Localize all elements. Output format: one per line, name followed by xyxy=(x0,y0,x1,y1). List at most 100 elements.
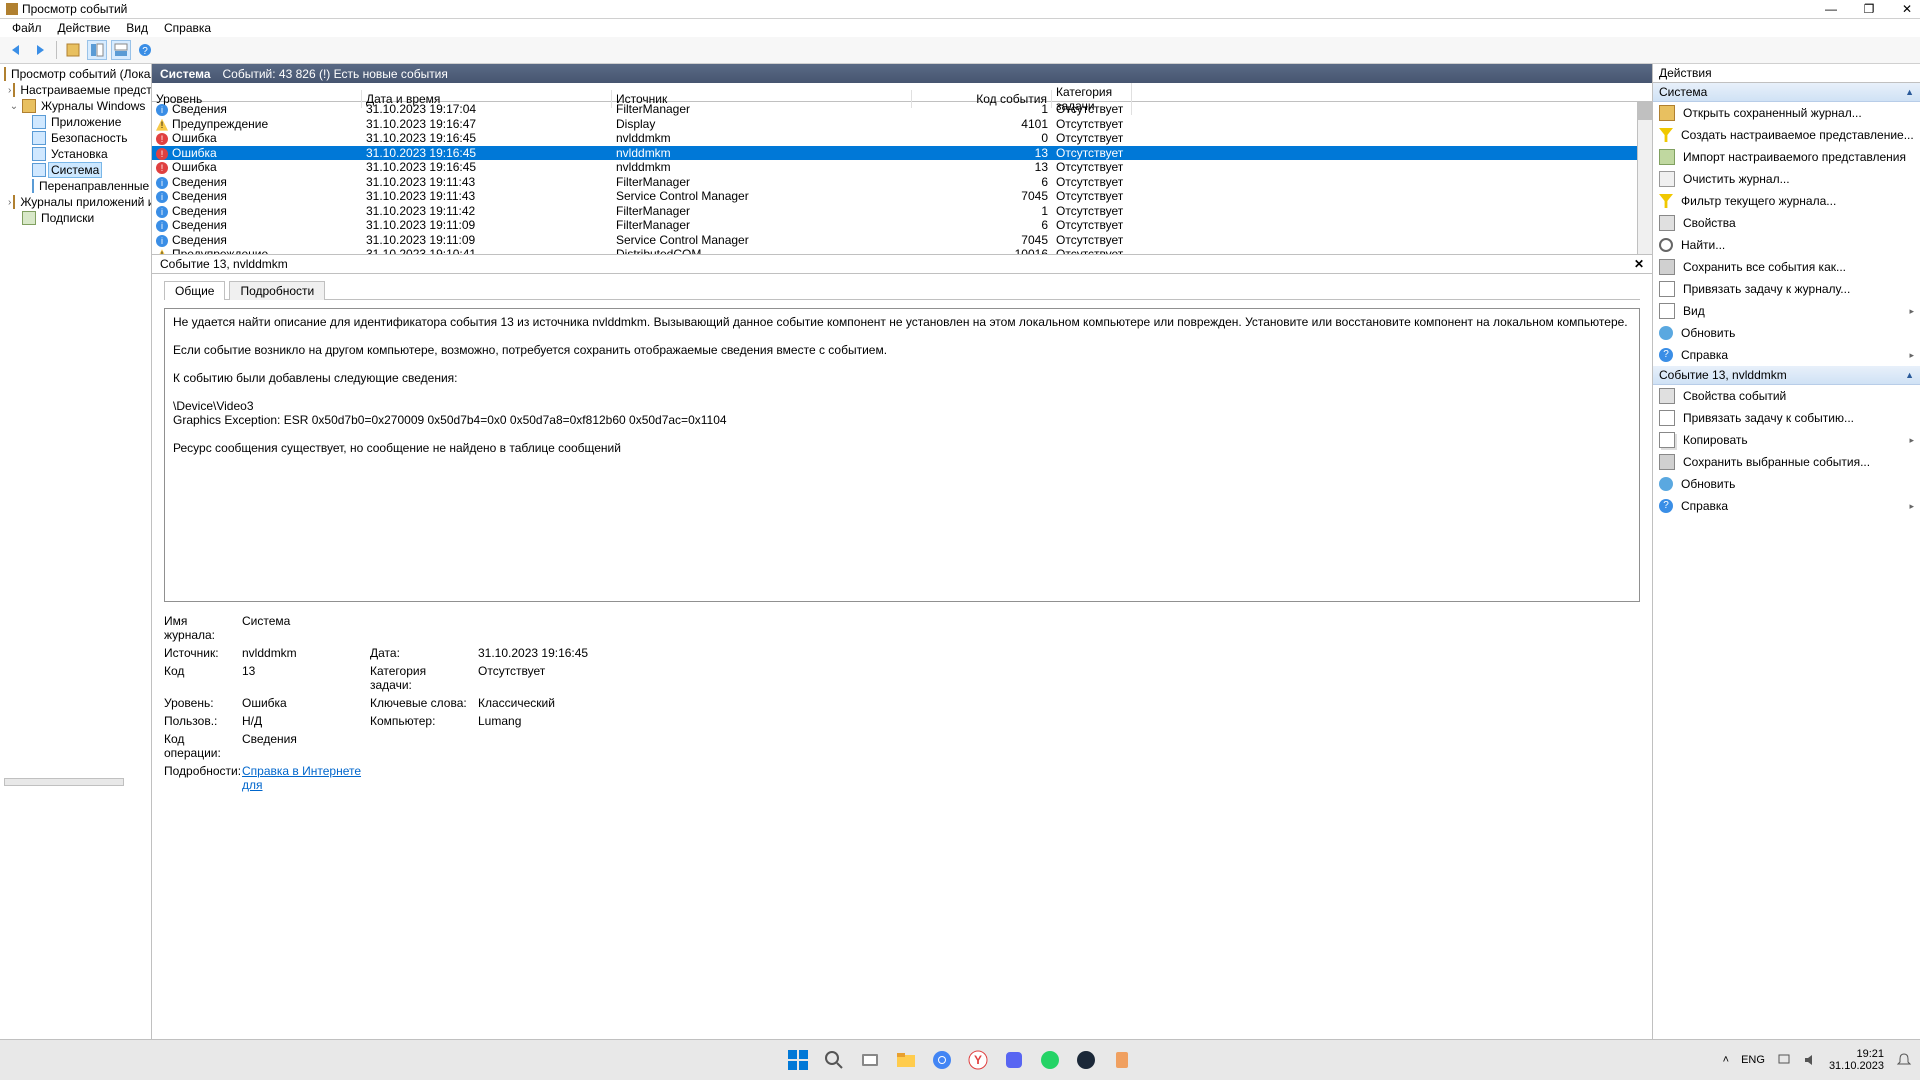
event-row[interactable]: iСведения31.10.2023 19:11:43FilterManage… xyxy=(152,175,1652,190)
tree-scrollbar[interactable] xyxy=(4,778,124,786)
tray-notifications-icon[interactable] xyxy=(1896,1052,1912,1068)
event-row[interactable]: !Ошибка31.10.2023 19:16:45nvlddmkm0Отсут… xyxy=(152,131,1652,146)
tree-application[interactable]: Приложение xyxy=(2,114,151,130)
tree-forwarded[interactable]: Перенаправленные события xyxy=(2,178,151,194)
detail-tabs: Общие Подробности xyxy=(152,274,1652,299)
actions-title: Действия xyxy=(1653,64,1920,83)
action-item[interactable]: Найти... xyxy=(1653,234,1920,256)
svg-text:?: ? xyxy=(142,46,148,57)
taskview-icon[interactable] xyxy=(856,1046,884,1074)
event-row[interactable]: iСведения31.10.2023 19:17:04FilterManage… xyxy=(152,102,1652,117)
tray-language[interactable]: ENG xyxy=(1741,1054,1765,1066)
action-label: Справка xyxy=(1681,499,1728,513)
event-row[interactable]: iСведения31.10.2023 19:11:42FilterManage… xyxy=(152,204,1652,219)
event-row[interactable]: iСведения31.10.2023 19:11:43Service Cont… xyxy=(152,189,1652,204)
tree-security[interactable]: Безопасность xyxy=(2,130,151,146)
action-label: Найти... xyxy=(1681,238,1725,252)
list-scrollbar[interactable] xyxy=(1637,102,1652,254)
toolbar-show-icon[interactable] xyxy=(63,40,83,60)
close-button[interactable]: ✕ xyxy=(1900,2,1914,16)
forward-button[interactable] xyxy=(30,40,50,60)
copy-icon xyxy=(1659,432,1675,448)
detail-close-button[interactable]: ✕ xyxy=(1634,257,1644,271)
prop-icon xyxy=(1659,388,1675,404)
action-item[interactable]: Вид▸ xyxy=(1653,300,1920,322)
event-row[interactable]: iСведения31.10.2023 19:11:09Service Cont… xyxy=(152,233,1652,248)
task-icon xyxy=(1659,281,1675,297)
search-icon[interactable] xyxy=(820,1046,848,1074)
whatsapp-icon[interactable] xyxy=(1036,1046,1064,1074)
tree-root[interactable]: Просмотр событий (Локальный) xyxy=(2,66,151,82)
online-help-link[interactable]: Справка в Интернете для xyxy=(242,764,361,792)
tree-apps-services[interactable]: ›Журналы приложений и служб xyxy=(2,194,151,210)
action-item[interactable]: Сохранить все события как... xyxy=(1653,256,1920,278)
minimize-button[interactable]: — xyxy=(1824,2,1838,16)
actions-pane: Действия Система▲ Открыть сохраненный жу… xyxy=(1652,64,1920,1080)
tree-windows-logs[interactable]: ⌄Журналы Windows xyxy=(2,98,151,114)
action-item[interactable]: Привязать задачу к журналу... xyxy=(1653,278,1920,300)
maximize-button[interactable]: ❐ xyxy=(1862,2,1876,16)
action-label: Обновить xyxy=(1681,477,1735,491)
action-item[interactable]: Открыть сохраненный журнал... xyxy=(1653,102,1920,124)
action-item[interactable]: Свойства событий xyxy=(1653,385,1920,407)
menu-help[interactable]: Справка xyxy=(160,19,215,37)
window-title: Просмотр событий xyxy=(22,2,127,16)
tray-network-icon[interactable] xyxy=(1777,1053,1791,1067)
action-item[interactable]: Копировать▸ xyxy=(1653,429,1920,451)
tree-pane: Просмотр событий (Локальный) ›Настраивае… xyxy=(0,64,152,1080)
tree-custom-views[interactable]: ›Настраиваемые представления xyxy=(2,82,151,98)
find-icon xyxy=(1659,238,1673,252)
action-item[interactable]: Сохранить выбранные события... xyxy=(1653,451,1920,473)
tree-setup[interactable]: Установка xyxy=(2,146,151,162)
action-label: Импорт настраиваемого представления xyxy=(1683,150,1906,164)
tray-chevron-icon[interactable]: ˄ xyxy=(1723,1054,1729,1066)
log-count: Событий: 43 826 (!) Есть новые события xyxy=(223,67,448,81)
event-row[interactable]: !Ошибка31.10.2023 19:16:45nvlddmkm13Отсу… xyxy=(152,160,1652,175)
discord-icon[interactable] xyxy=(1000,1046,1028,1074)
tab-general[interactable]: Общие xyxy=(164,281,225,300)
menu-action[interactable]: Действие xyxy=(54,19,115,37)
back-button[interactable] xyxy=(6,40,26,60)
event-row[interactable]: !Ошибка31.10.2023 19:16:45nvlddmkm13Отсу… xyxy=(152,146,1652,161)
actions-section-event: Событие 13, nvlddmkm▲ xyxy=(1653,366,1920,385)
action-item[interactable]: ?Справка▸ xyxy=(1653,344,1920,366)
event-row[interactable]: iСведения31.10.2023 19:11:09FilterManage… xyxy=(152,218,1652,233)
task-icon xyxy=(1659,410,1675,426)
yandex-icon[interactable]: Y xyxy=(964,1046,992,1074)
actions-section-system: Система▲ xyxy=(1653,83,1920,102)
tray-volume-icon[interactable] xyxy=(1803,1053,1817,1067)
menu-view[interactable]: Вид xyxy=(122,19,152,37)
explorer-icon[interactable] xyxy=(892,1046,920,1074)
start-button[interactable] xyxy=(784,1046,812,1074)
action-label: Обновить xyxy=(1681,326,1735,340)
log-name: Система xyxy=(160,67,211,81)
tab-details[interactable]: Подробности xyxy=(229,281,325,300)
action-item[interactable]: Обновить xyxy=(1653,322,1920,344)
tree-subscriptions[interactable]: Подписки xyxy=(2,210,151,226)
menu-file[interactable]: Файл xyxy=(8,19,46,37)
help-icon: ? xyxy=(1659,499,1673,513)
tray-clock[interactable]: 19:21 31.10.2023 xyxy=(1829,1048,1884,1072)
event-row[interactable]: !Предупреждение31.10.2023 19:10:41Distri… xyxy=(152,247,1652,254)
action-label: Создать настраиваемое представление... xyxy=(1681,128,1914,142)
action-item[interactable]: Очистить журнал... xyxy=(1653,168,1920,190)
action-item[interactable]: Импорт настраиваемого представления xyxy=(1653,146,1920,168)
action-item[interactable]: ?Справка▸ xyxy=(1653,495,1920,517)
list-header[interactable]: Уровень Дата и время Источник Код событи… xyxy=(152,83,1652,102)
action-label: Свойства событий xyxy=(1683,389,1786,403)
action-item[interactable]: Фильтр текущего журнала... xyxy=(1653,190,1920,212)
action-item[interactable]: Привязать задачу к событию... xyxy=(1653,407,1920,429)
toolbar-panel1-icon[interactable] xyxy=(87,40,107,60)
action-item[interactable]: Обновить xyxy=(1653,473,1920,495)
steam-icon[interactable] xyxy=(1072,1046,1100,1074)
app-icon[interactable] xyxy=(1108,1046,1136,1074)
action-item[interactable]: Свойства xyxy=(1653,212,1920,234)
chrome-icon[interactable] xyxy=(928,1046,956,1074)
action-item[interactable]: Создать настраиваемое представление... xyxy=(1653,124,1920,146)
toolbar-help-icon[interactable]: ? xyxy=(135,40,155,60)
event-row[interactable]: !Предупреждение31.10.2023 19:16:47Displa… xyxy=(152,117,1652,132)
refresh-icon xyxy=(1659,477,1673,491)
tree-system[interactable]: Система xyxy=(2,162,151,178)
refresh-icon xyxy=(1659,326,1673,340)
toolbar-panel2-icon[interactable] xyxy=(111,40,131,60)
